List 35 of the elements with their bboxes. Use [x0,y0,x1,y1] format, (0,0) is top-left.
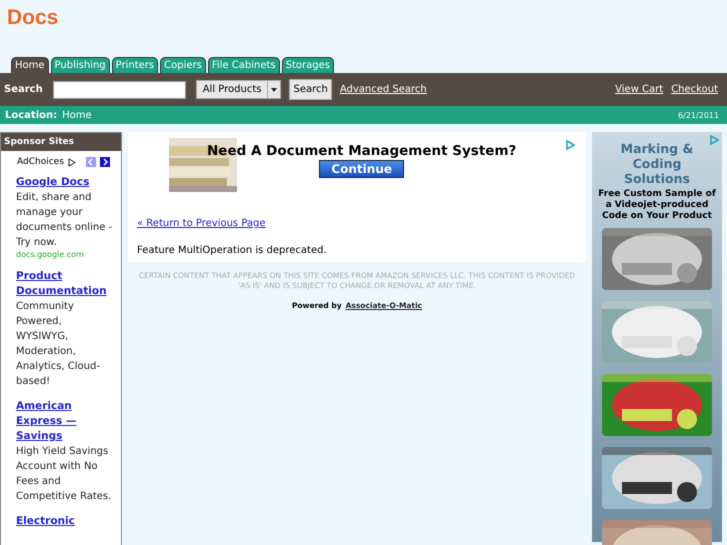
ad-url: docs.google.com [16,250,85,259]
message-text: Feature MultiOperation is deprecated. [137,245,328,256]
header-link[interactable]: Checkout [671,84,718,95]
category-dropdown[interactable]: All Products [196,80,282,99]
ad-text: Community Powered, WYSIWYG, Moderation, Analytics, Cloud-based! [16,300,101,389]
ad-link[interactable]: Electronic [16,514,117,529]
ad-link[interactable]: Product Documentation [16,269,117,299]
back-link[interactable]: « Return to Previous Page [137,218,577,229]
location-label: Location: [5,110,58,120]
search-button[interactable]: Search [289,79,332,100]
adchoices-icon[interactable] [709,135,719,145]
search-field[interactable] [52,80,186,98]
adchoices-icon[interactable] [565,140,575,150]
banner-headline: Marking & Coding Solutions [620,140,694,186]
side-banner[interactable]: Marking & Coding Solutions Free Custom Sample of a Videojet-produced Code on Your Product [592,132,722,542]
ad-text: Edit, share and manage your documents online - Try now. [16,191,114,250]
nav-tab[interactable]: Home [11,57,49,73]
previous-icon[interactable] [86,157,96,167]
play-icon [68,158,76,166]
adchoices-label[interactable]: AdChoices [17,157,64,167]
advanced-search-link[interactable]: Advanced Search [340,84,427,95]
banner-headline: Need A Document Management System? [207,143,516,159]
site-title: Docs [6,5,60,31]
ad-text: High Yield Savings Account with No Fees and Competitive Rates. [16,445,112,504]
ad-link[interactable]: Google Docs [16,175,117,190]
header-link[interactable]: View Cart [615,84,664,95]
caret-icon [271,88,278,92]
banner-subline: Free Custom Sample of a Videojet-produced Code on Your Product [597,189,717,222]
ad-link[interactable]: American Express —Savings [16,399,117,444]
next-icon[interactable] [100,157,110,167]
location-value: Home [62,110,92,120]
sidebar-title: Sponsor Sites [1,133,121,151]
date-text: 6/21/2011 [678,110,719,120]
continue-button[interactable]: Continue [319,160,404,178]
search-label: Search [4,84,43,95]
